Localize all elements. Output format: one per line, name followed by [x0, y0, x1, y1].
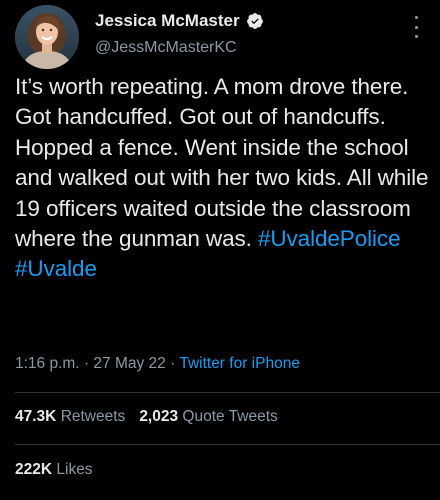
- author-name-row: Jessica McMaster: [95, 11, 264, 31]
- verified-badge-icon: [246, 12, 264, 30]
- likes-label: Likes: [56, 461, 93, 478]
- quotes-stat[interactable]: 2,023 Quote Tweets: [139, 408, 277, 425]
- tweet-time[interactable]: 1:16 p.m.: [15, 355, 80, 372]
- author-handle[interactable]: @JessMcMasterKC: [95, 39, 237, 57]
- likes-count: 222K: [15, 461, 53, 478]
- likes-stats: 222K Likes: [15, 461, 93, 479]
- more-options-icon[interactable]: [408, 14, 424, 40]
- likes-stat[interactable]: 222K Likes: [15, 461, 93, 478]
- hashtag-uvalde[interactable]: #Uvalde: [15, 256, 97, 281]
- tweet: Jessica McMaster @JessMcMasterKC It’s wo…: [0, 0, 440, 500]
- hashtag-uvaldepolice[interactable]: #UvaldePolice: [258, 226, 401, 251]
- quotes-count: 2,023: [139, 408, 179, 425]
- retweet-quote-stats: 47.3K Retweets 2,023 Quote Tweets: [15, 408, 278, 426]
- quotes-label: Quote Tweets: [182, 408, 278, 425]
- retweets-stat[interactable]: 47.3K Retweets: [15, 408, 125, 425]
- meta-separator: ·: [170, 355, 176, 372]
- tweet-source[interactable]: Twitter for iPhone: [179, 355, 300, 372]
- tweet-text: It’s worth repeating. A mom drove there.…: [15, 72, 430, 285]
- avatar-photo-icon: [15, 5, 79, 69]
- author-avatar[interactable]: [15, 5, 79, 69]
- tweet-text-body: It’s worth repeating. A mom drove there.…: [15, 74, 429, 252]
- divider: [15, 444, 440, 445]
- retweets-label: Retweets: [60, 408, 126, 425]
- retweets-count: 47.3K: [15, 408, 57, 425]
- author-display-name[interactable]: Jessica McMaster: [95, 11, 240, 31]
- meta-separator: ·: [83, 355, 90, 372]
- tweet-meta: 1:16 p.m. · 27 May 22 · Twitter for iPho…: [15, 355, 300, 373]
- tweet-date[interactable]: 27 May 22: [93, 355, 165, 372]
- divider: [15, 392, 440, 393]
